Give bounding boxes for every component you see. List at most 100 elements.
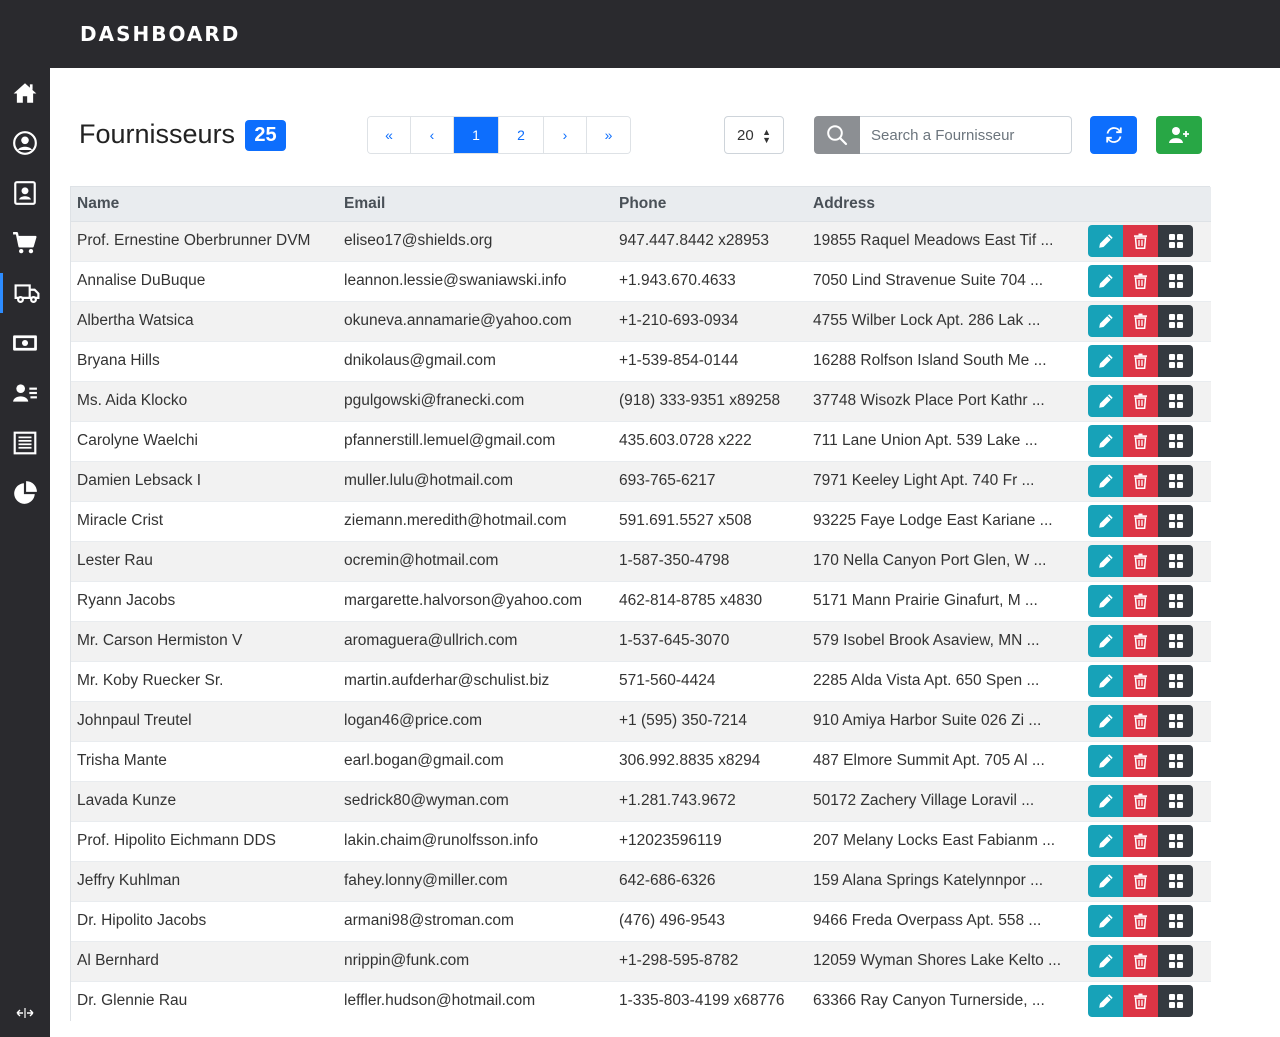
per-page-select[interactable]: 20 ▲ ▼ bbox=[724, 116, 784, 154]
sidebar-item-contacts[interactable] bbox=[0, 173, 50, 213]
cell-address: 207 Melany Locks East Fabianm ... bbox=[807, 820, 1082, 861]
edit-button[interactable] bbox=[1088, 865, 1123, 897]
edit-button[interactable] bbox=[1088, 265, 1123, 297]
pagination-page-2[interactable]: 2 bbox=[499, 117, 544, 153]
details-button[interactable] bbox=[1158, 745, 1193, 777]
details-button[interactable] bbox=[1158, 825, 1193, 857]
row-actions bbox=[1088, 545, 1205, 577]
delete-button[interactable] bbox=[1123, 345, 1158, 377]
trash-icon bbox=[1134, 553, 1147, 569]
delete-button[interactable] bbox=[1123, 665, 1158, 697]
edit-button[interactable] bbox=[1088, 745, 1123, 777]
refresh-icon bbox=[1105, 127, 1122, 143]
details-button[interactable] bbox=[1158, 625, 1193, 657]
details-button[interactable] bbox=[1158, 705, 1193, 737]
details-button[interactable] bbox=[1158, 905, 1193, 937]
details-button[interactable] bbox=[1158, 385, 1193, 417]
delete-button[interactable] bbox=[1123, 465, 1158, 497]
column-header-name[interactable]: Name bbox=[71, 187, 338, 222]
details-button[interactable] bbox=[1158, 585, 1193, 617]
grid-icon bbox=[1168, 554, 1183, 568]
edit-icon bbox=[1098, 714, 1113, 728]
delete-button[interactable] bbox=[1123, 945, 1158, 977]
edit-button[interactable] bbox=[1088, 585, 1123, 617]
details-button[interactable] bbox=[1158, 345, 1193, 377]
column-header-phone[interactable]: Phone bbox=[613, 187, 807, 222]
delete-button[interactable] bbox=[1123, 385, 1158, 417]
sidebar-item-home[interactable] bbox=[0, 73, 50, 113]
delete-button[interactable] bbox=[1123, 745, 1158, 777]
page-title: Fournisseurs bbox=[79, 119, 236, 149]
cell-phone: 947.447.8442 x28953 bbox=[613, 220, 807, 261]
details-button[interactable] bbox=[1158, 505, 1193, 537]
delete-button[interactable] bbox=[1123, 305, 1158, 337]
delete-button[interactable] bbox=[1123, 625, 1158, 657]
delete-button[interactable] bbox=[1123, 545, 1158, 577]
sidebar-collapse-button[interactable] bbox=[0, 989, 50, 1037]
cell-name: Prof. Ernestine Oberbrunner DVM bbox=[71, 220, 338, 261]
edit-button[interactable] bbox=[1088, 785, 1123, 817]
delete-button[interactable] bbox=[1123, 265, 1158, 297]
sidebar-item-statistics[interactable] bbox=[0, 473, 50, 513]
delete-button[interactable] bbox=[1123, 865, 1158, 897]
pagination-page-1[interactable]: 1 bbox=[454, 117, 499, 153]
pagination-last-button[interactable]: » bbox=[587, 117, 630, 153]
details-button[interactable] bbox=[1158, 305, 1193, 337]
sidebar-item-invoices[interactable] bbox=[0, 423, 50, 463]
edit-button[interactable] bbox=[1088, 345, 1123, 377]
sidebar-item-orders[interactable] bbox=[0, 223, 50, 263]
sidebar-item-clients[interactable] bbox=[0, 373, 50, 413]
cell-name: Ryann Jacobs bbox=[71, 580, 338, 621]
delete-button[interactable] bbox=[1123, 425, 1158, 457]
edit-button[interactable] bbox=[1088, 225, 1123, 257]
sidebar-item-payments[interactable] bbox=[0, 323, 50, 363]
edit-button[interactable] bbox=[1088, 705, 1123, 737]
delete-button[interactable] bbox=[1123, 225, 1158, 257]
refresh-button[interactable] bbox=[1090, 116, 1137, 154]
column-header-address[interactable]: Address bbox=[807, 187, 1082, 222]
edit-button[interactable] bbox=[1088, 465, 1123, 497]
edit-button[interactable] bbox=[1088, 945, 1123, 977]
pagination-first-button[interactable]: « bbox=[368, 117, 411, 153]
edit-button[interactable] bbox=[1088, 545, 1123, 577]
search-button[interactable] bbox=[814, 116, 860, 154]
cell-address: 4755 Wilber Lock Apt. 286 Lak ... bbox=[807, 300, 1082, 341]
delete-button[interactable] bbox=[1123, 705, 1158, 737]
details-button[interactable] bbox=[1158, 865, 1193, 897]
edit-button[interactable] bbox=[1088, 825, 1123, 857]
details-button[interactable] bbox=[1158, 225, 1193, 257]
edit-button[interactable] bbox=[1088, 665, 1123, 697]
delete-button[interactable] bbox=[1123, 785, 1158, 817]
details-button[interactable] bbox=[1158, 665, 1193, 697]
edit-button[interactable] bbox=[1088, 425, 1123, 457]
details-button[interactable] bbox=[1158, 265, 1193, 297]
column-header-email[interactable]: Email bbox=[338, 187, 613, 222]
edit-button[interactable] bbox=[1088, 905, 1123, 937]
delete-button[interactable] bbox=[1123, 985, 1158, 1018]
pagination-prev-button[interactable]: ‹ bbox=[411, 117, 454, 153]
details-button[interactable] bbox=[1158, 985, 1193, 1018]
add-supplier-button[interactable] bbox=[1156, 116, 1202, 154]
details-button[interactable] bbox=[1158, 945, 1193, 977]
delete-button[interactable] bbox=[1123, 585, 1158, 617]
sidebar-item-suppliers[interactable] bbox=[0, 273, 50, 313]
delete-button[interactable] bbox=[1123, 825, 1158, 857]
delete-button[interactable] bbox=[1123, 905, 1158, 937]
edit-button[interactable] bbox=[1088, 505, 1123, 537]
details-button[interactable] bbox=[1158, 785, 1193, 817]
edit-button[interactable] bbox=[1088, 305, 1123, 337]
edit-button[interactable] bbox=[1088, 625, 1123, 657]
edit-button[interactable] bbox=[1088, 985, 1123, 1018]
details-button[interactable] bbox=[1158, 425, 1193, 457]
details-button[interactable] bbox=[1158, 465, 1193, 497]
delete-button[interactable] bbox=[1123, 505, 1158, 537]
sidebar-item-profile[interactable] bbox=[0, 123, 50, 163]
cell-actions bbox=[1082, 380, 1211, 421]
edit-button[interactable] bbox=[1088, 385, 1123, 417]
pagination-next-button[interactable]: › bbox=[544, 117, 587, 153]
table-row: Miracle Crist ziemann.meredith@hotmail.c… bbox=[71, 500, 1211, 541]
search-input[interactable] bbox=[860, 116, 1072, 154]
cell-name: Lester Rau bbox=[71, 540, 338, 581]
details-button[interactable] bbox=[1158, 545, 1193, 577]
trash-icon bbox=[1134, 433, 1147, 449]
